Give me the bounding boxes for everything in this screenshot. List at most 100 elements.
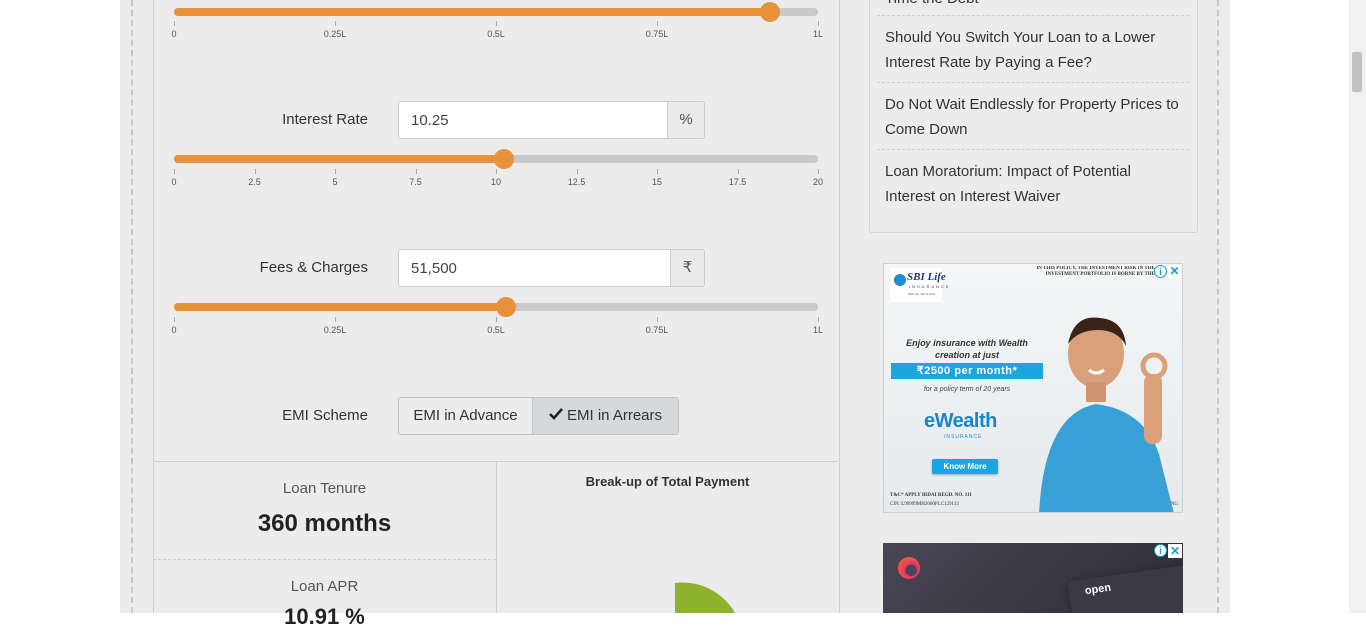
slider-tick-label: 1L [812, 29, 824, 39]
slider-tick-mark [818, 317, 819, 322]
slider-tick-label: 0 [171, 29, 177, 39]
slider-tick-label: 5 [332, 177, 338, 187]
loan-tenure-value: 360 months [257, 510, 392, 537]
article-link-loan-moratorium[interactable]: Loan Moratorium: Impact of Potential Int… [885, 159, 1185, 209]
ad-term: for a policy term of 20 years [923, 386, 1011, 393]
sbi-logo-box: SBI Life INSURANCE With Us, You're Sure [890, 268, 949, 302]
sbi-brand: SBI Life [907, 271, 946, 283]
sbi-brand-sub: INSURANCE [909, 284, 951, 289]
slider-tick-label: 1L [812, 325, 824, 335]
interest-rate-input[interactable]: 10.25 [398, 101, 668, 139]
pie-slice-principal [675, 582, 735, 613]
slider-tick-label: 0 [171, 325, 177, 335]
rupee-addon: ₹ [671, 249, 705, 287]
card-graphic: open [1067, 564, 1183, 613]
ewealth-logo: eWealth INSURANCE [924, 407, 1004, 443]
slider-tick-mark [737, 169, 739, 174]
ad-disclaimer: IN THIS POLICY, THE INVESTMENT RISK IN T… [1036, 266, 1155, 277]
slider-tick-mark [174, 169, 175, 174]
loan-amount-slider-fill [174, 8, 770, 16]
article-link-property-prices[interactable]: Do Not Wait Endlessly for Property Price… [885, 92, 1185, 142]
chart-title: Break-up of Total Payment [585, 474, 750, 489]
ad-close-icon[interactable]: ✕ [1168, 265, 1181, 278]
emi-scheme-label: EMI Scheme [282, 407, 368, 424]
loan-amount-slider-handle[interactable] [759, 2, 780, 22]
results-divider-row [153, 559, 496, 560]
right-dashed-border [1217, 0, 1219, 613]
check-icon [549, 398, 563, 434]
slider-tick-label: 0.75L [645, 29, 669, 39]
ad-close-icon[interactable]: ✕ [1168, 544, 1182, 558]
article-link-partial[interactable]: Time the Debt [885, 0, 1185, 11]
slider-tick-mark [415, 169, 417, 174]
slider-tick-mark [335, 169, 336, 174]
slider-tick-label: 15 [651, 177, 663, 187]
slider-tick-mark [818, 21, 819, 26]
ewealth-product: eWealth [924, 410, 997, 432]
emi-arrears-button[interactable]: EMI in Arrears [532, 397, 679, 435]
loan-apr-label: Loan APR [290, 578, 359, 595]
open-logo-icon [898, 557, 920, 579]
scrollbar-thumb[interactable] [1352, 52, 1362, 92]
ad-price-banner: ₹2500 per month* [891, 363, 1043, 379]
slider-tick-mark [335, 21, 336, 26]
slider-tick-mark [335, 317, 336, 322]
slider-tick-mark [657, 21, 658, 26]
slider-tick-mark [496, 169, 497, 174]
slider-tick-mark [818, 169, 819, 174]
slider-tick-mark [496, 21, 497, 26]
loan-tenure-label: Loan Tenure [282, 480, 367, 497]
interest-rate-slider-fill [174, 155, 505, 163]
left-dashed-border [131, 0, 133, 613]
slider-tick-label: 12.5 [567, 177, 586, 187]
slider-tick-label: 0.5L [487, 325, 505, 335]
sbi-life-ad[interactable]: SBI Life INSURANCE With Us, You're Sure … [883, 263, 1183, 513]
slider-tick-mark [254, 169, 256, 174]
page-scrollbar[interactable] [1349, 0, 1366, 613]
slider-tick-label: 0.25L [323, 29, 347, 39]
article-link-switch-loan[interactable]: Should You Switch Your Loan to a Lower I… [885, 25, 1185, 75]
interest-rate-slider-handle[interactable] [494, 149, 515, 169]
fees-slider-fill [174, 303, 506, 311]
open-ad[interactable]: open i ✕ [883, 543, 1183, 613]
ad-model-illustration [1039, 317, 1174, 512]
card-brand: open [1084, 581, 1112, 598]
slider-tick-label: 0.75L [645, 325, 669, 335]
related-articles-box: Time the Debt Should You Switch Your Loa… [869, 0, 1198, 233]
adchoices-icon[interactable]: i [1154, 265, 1167, 278]
adchoices-icon[interactable]: i [1154, 544, 1167, 557]
fees-slider[interactable] [174, 297, 818, 317]
ad-footer: T&C* APPLY IRDAI REGD. NO. 111 [890, 493, 972, 498]
fees-input[interactable]: 51,500 [398, 249, 671, 287]
loan-apr-value: 10.91 % [284, 604, 365, 629]
ad-headline: Enjoy insurance with Wealth creation at … [906, 338, 1028, 360]
slider-tick-mark [174, 21, 175, 26]
slider-tick-mark [576, 169, 578, 174]
percent-addon: % [668, 101, 705, 139]
fees-label: Fees & Charges [259, 259, 368, 276]
interest-rate-label: Interest Rate [282, 111, 368, 128]
slider-tick-mark [657, 317, 658, 322]
emi-advance-button[interactable]: EMI in Advance [398, 397, 533, 435]
emi-arrears-label: EMI in Arrears [566, 407, 663, 424]
sbi-logo-icon [894, 274, 906, 286]
ewealth-product-sub: INSURANCE [944, 434, 983, 440]
know-more-button[interactable]: Know More [932, 459, 998, 474]
loan-amount-slider[interactable] [174, 2, 818, 22]
interest-rate-slider[interactable] [174, 149, 818, 169]
slider-tick-label: 0 [171, 177, 177, 187]
slider-tick-label: 2.5 [248, 177, 261, 187]
slider-tick-label: 0.25L [323, 325, 347, 335]
article-separator [877, 15, 1189, 16]
ad-cin: CIN: L99999MH2000PLC129113 [890, 502, 959, 507]
slider-tick-label: 20 [812, 177, 824, 187]
article-separator [877, 82, 1189, 83]
fees-slider-handle[interactable] [495, 297, 516, 317]
slider-tick-mark [657, 169, 658, 174]
sbi-tagline: With Us, You're Sure [908, 292, 936, 296]
article-separator [877, 149, 1189, 150]
payment-pie-chart [675, 582, 735, 613]
slider-tick-mark [174, 317, 175, 322]
slider-tick-mark [496, 317, 497, 322]
slider-tick-label: 17.5 [728, 177, 747, 187]
